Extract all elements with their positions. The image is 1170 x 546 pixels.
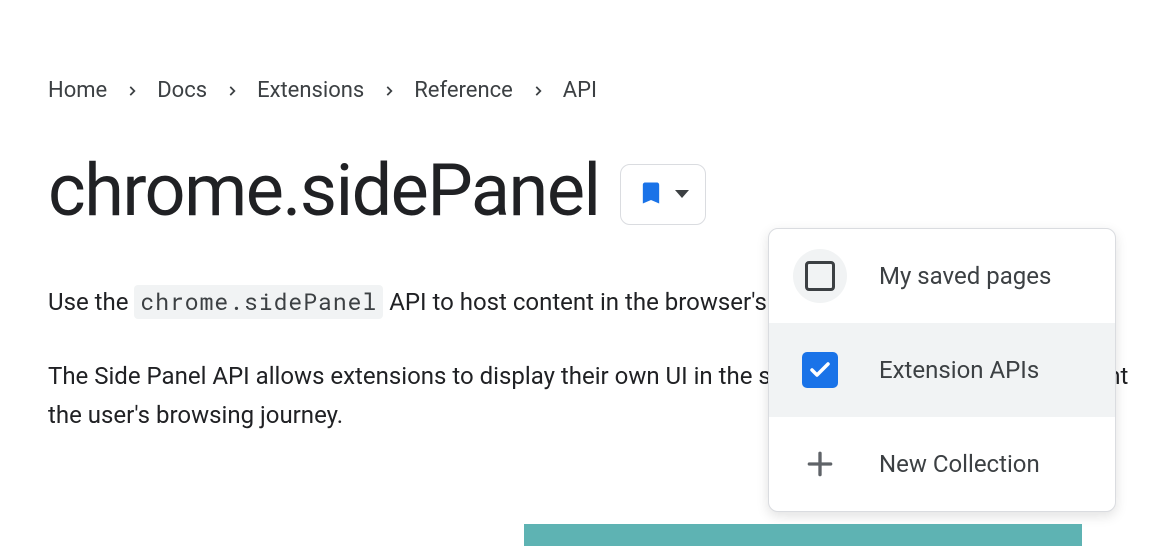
checkbox-checked-icon bbox=[793, 343, 847, 397]
breadcrumb: Home Docs Extensions Reference API bbox=[48, 78, 1170, 103]
caret-down-icon bbox=[675, 190, 689, 198]
dropdown-item-label: My saved pages bbox=[879, 262, 1051, 290]
chevron-right-icon bbox=[225, 84, 239, 98]
dropdown-item-new-collection[interactable]: New Collection bbox=[769, 417, 1115, 511]
chevron-right-icon bbox=[382, 84, 396, 98]
breadcrumb-api[interactable]: API bbox=[563, 78, 597, 103]
dropdown-item-my-saved-pages[interactable]: My saved pages bbox=[769, 229, 1115, 323]
dropdown-item-label: Extension APIs bbox=[879, 356, 1039, 384]
chevron-right-icon bbox=[531, 84, 545, 98]
bookmark-dropdown-button[interactable] bbox=[620, 164, 706, 225]
dropdown-item-label: New Collection bbox=[879, 450, 1040, 478]
breadcrumb-home[interactable]: Home bbox=[48, 78, 107, 103]
dropdown-item-extension-apis[interactable]: Extension APIs bbox=[769, 323, 1115, 417]
checkbox-unchecked-icon bbox=[793, 249, 847, 303]
breadcrumb-extensions[interactable]: Extensions bbox=[257, 78, 364, 103]
illustration-strip bbox=[524, 524, 1082, 546]
inline-code-api: chrome.sidePanel bbox=[134, 285, 383, 319]
plus-icon bbox=[793, 437, 847, 491]
breadcrumb-reference[interactable]: Reference bbox=[414, 78, 513, 103]
page-title: chrome.sidePanel bbox=[48, 155, 600, 227]
bookmark-dropdown-menu: My saved pages Extension APIs New Collec… bbox=[768, 228, 1116, 512]
bookmark-icon bbox=[637, 179, 665, 210]
chevron-right-icon bbox=[125, 84, 139, 98]
breadcrumb-docs[interactable]: Docs bbox=[157, 78, 207, 103]
intro-text-pre: Use the bbox=[48, 288, 134, 316]
